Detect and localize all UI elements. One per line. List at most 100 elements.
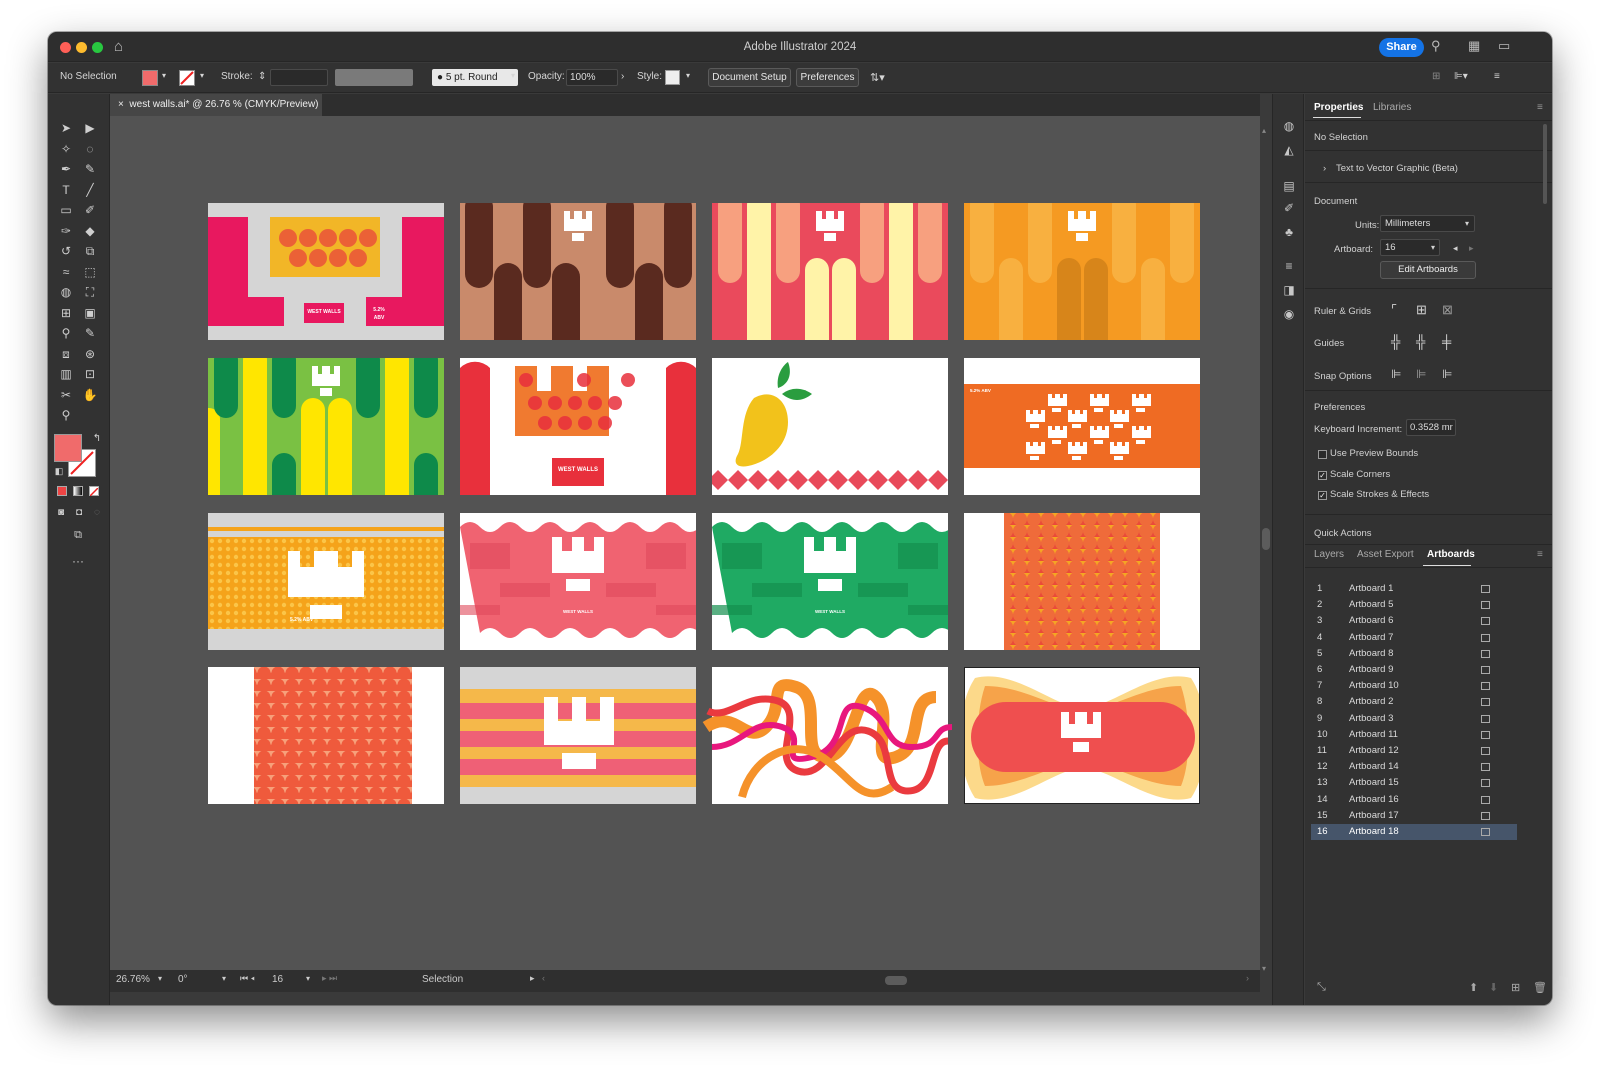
snap-to-pixel-icon[interactable]: ⊫ [1416, 367, 1426, 381]
move-down-icon[interactable]: ⬇ [1489, 981, 1498, 994]
artboard-thumbnail[interactable] [964, 203, 1200, 340]
artboard-list-item[interactable]: 13 Artboard 15 [1311, 775, 1517, 791]
artboard-options-icon[interactable] [1481, 601, 1490, 610]
artboard-options-icon[interactable] [1481, 585, 1490, 593]
artboard-thumbnail[interactable]: WEST WALLS [712, 513, 948, 650]
zoom-tool-icon[interactable]: ⚲ [55, 406, 77, 424]
workspace-icon[interactable]: ▦ [1468, 38, 1480, 54]
free-transform-icon[interactable]: ⬚ [79, 263, 101, 281]
artboard-list-item[interactable]: 4 Artboard 7 [1311, 630, 1517, 646]
slice-tool-icon[interactable]: ✂ [55, 386, 77, 404]
preferences-button[interactable]: Preferences [796, 68, 859, 87]
shape-builder-icon[interactable]: ◍ [55, 283, 77, 301]
text-to-vector-link[interactable]: Text to Vector Graphic (Beta) [1336, 163, 1458, 174]
artboard-thumbnail[interactable] [712, 203, 948, 340]
artboard-list-item[interactable]: 5 Artboard 8 [1311, 646, 1517, 662]
artboard-options-icon[interactable] [1481, 747, 1490, 755]
eyedropper-icon[interactable]: ⚲ [55, 324, 77, 342]
brushes-icon[interactable]: ✐ [1281, 200, 1297, 216]
vertical-scrollbar[interactable]: ▴ ▾ [1260, 116, 1272, 982]
rectangle-tool-icon[interactable]: ▭ [55, 201, 77, 219]
fill-dropdown-icon[interactable]: ▾ [162, 71, 166, 80]
new-artboard-icon[interactable]: ⊞ [1511, 981, 1520, 994]
gradient-tool-icon[interactable]: ▣ [79, 304, 101, 322]
pen-tool-icon[interactable]: ✒ [55, 160, 77, 178]
mesh-tool-icon[interactable]: ⊞ [55, 304, 77, 322]
curvature-tool-icon[interactable]: ✎ [79, 160, 101, 178]
opacity-field[interactable]: 100% [566, 69, 618, 86]
artboard-thumbnail[interactable]: WEST WALLS [460, 358, 696, 495]
snap-to-glyph-icon[interactable]: ⊫ [1442, 367, 1452, 381]
default-colors-icon[interactable]: ◧ [48, 462, 70, 480]
artboard-list-item[interactable]: 3 Artboard 6 [1311, 613, 1517, 629]
artboard-list-item[interactable]: 12 Artboard 14 [1311, 759, 1517, 775]
search-icon[interactable]: ⚲ [1431, 38, 1441, 54]
distribute-icon[interactable]: ⊫▾ [1454, 71, 1468, 82]
vertical-scroll-thumb[interactable] [1262, 528, 1270, 550]
tool-status-arrow-icon[interactable]: ▸ [530, 973, 535, 984]
color-mode-icon[interactable] [57, 486, 67, 496]
first-artboard-icon[interactable]: ⏮ ◂ [240, 973, 255, 984]
rulers-icon[interactable]: ⌜ [1391, 302, 1397, 318]
graph-tool-icon[interactable]: ▥ [55, 365, 77, 383]
artboard-options-icon[interactable] [1481, 795, 1490, 804]
artboard-options-icon[interactable] [1481, 763, 1490, 772]
scroll-down-icon[interactable]: ▾ [1262, 964, 1266, 973]
stroke-stepper-icon[interactable]: ⇕ [258, 71, 266, 82]
color-guide-icon[interactable]: ◉ [1281, 306, 1297, 322]
artboard-thumbnail[interactable]: 5.2% ABV [208, 513, 444, 650]
artboard-list-item[interactable]: 6 Artboard 9 [1311, 662, 1517, 678]
properties-scroll-thumb[interactable] [1543, 124, 1547, 204]
align-panel-icon[interactable]: ≡ [1281, 258, 1297, 274]
arrange-icon[interactable]: ⇅▾ [870, 71, 885, 84]
guides-icon[interactable]: ╬ [1391, 334, 1400, 349]
symbols-icon[interactable]: ♣ [1281, 224, 1297, 240]
stroke-weight-field[interactable] [270, 69, 328, 86]
rearrange-artboards-icon[interactable]: ⤡ [1317, 981, 1326, 994]
style-swatch[interactable] [665, 70, 680, 85]
control-menu-icon[interactable]: ≡ [1494, 71, 1500, 82]
libraries-icon[interactable]: ▤ [1281, 178, 1297, 194]
rotation-value[interactable]: 0° [178, 974, 188, 985]
hand-tool-icon[interactable]: ✋ [79, 386, 101, 404]
artboard-list-item[interactable]: 2 Artboard 5 [1311, 597, 1517, 613]
rotate-tool-icon[interactable]: ↺ [55, 242, 77, 260]
artboard-list-item[interactable]: 1 Artboard 1 [1311, 581, 1517, 597]
style-dropdown-icon[interactable]: ▾ [686, 71, 690, 80]
artboard-options-icon[interactable] [1481, 682, 1490, 691]
previous-artboard-icon[interactable]: ◂ [1453, 243, 1458, 254]
fill-swatch[interactable] [142, 70, 158, 86]
artboard-list-item[interactable]: 7 Artboard 10 [1311, 678, 1517, 694]
variable-width-profile[interactable] [335, 69, 413, 86]
snap-to-point-icon[interactable]: ⊫ [1391, 367, 1401, 381]
appearance-icon[interactable]: ◍ [1281, 118, 1297, 134]
align-icon[interactable]: ⊞ [1432, 71, 1440, 82]
brush-definition[interactable]: ● 5 pt. Round [432, 69, 518, 86]
scale-corners-checkbox[interactable]: ✓ [1318, 471, 1327, 480]
scale-strokes-checkbox[interactable]: ✓ [1318, 491, 1327, 500]
shaper-tool-icon[interactable]: ✑ [55, 222, 77, 240]
artboard-thumbnail[interactable] [964, 513, 1200, 650]
symbol-sprayer-icon[interactable]: ⊛ [79, 345, 101, 363]
document-setup-button[interactable]: Document Setup [708, 68, 791, 87]
artboard-options-icon[interactable] [1481, 779, 1490, 788]
artboard-thumbnail[interactable]: WEST WALLS [460, 513, 696, 650]
artboard-list-item[interactable]: 16 Artboard 18 [1311, 824, 1517, 840]
share-button[interactable]: Share [1379, 38, 1424, 57]
artboard-thumbnail[interactable] [702, 667, 953, 804]
move-up-icon[interactable]: ⬆ [1469, 981, 1478, 994]
artboard-thumbnail[interactable] [208, 358, 444, 495]
last-artboard-icon[interactable]: ▸ ⏭ [322, 973, 337, 984]
artboard-list-item[interactable]: 8 Artboard 2 [1311, 694, 1517, 710]
delete-artboard-icon[interactable]: 🗑 [1533, 981, 1547, 994]
units-select[interactable]: Millimeters [1380, 215, 1475, 232]
transparency-icon[interactable]: ◨ [1281, 282, 1297, 298]
artboard-options-icon[interactable] [1481, 617, 1490, 626]
tab-artboards[interactable]: Artboards [1427, 549, 1475, 560]
zoom-dropdown-icon[interactable]: ▾ [158, 974, 162, 983]
none-mode-icon[interactable] [89, 486, 99, 497]
tab-layers[interactable]: Layers [1314, 549, 1344, 560]
panel-menu-icon[interactable]: ≡ [1537, 549, 1543, 560]
edit-artboards-button[interactable]: Edit Artboards [1380, 261, 1476, 279]
magic-wand-icon[interactable]: ✧ [55, 140, 77, 158]
